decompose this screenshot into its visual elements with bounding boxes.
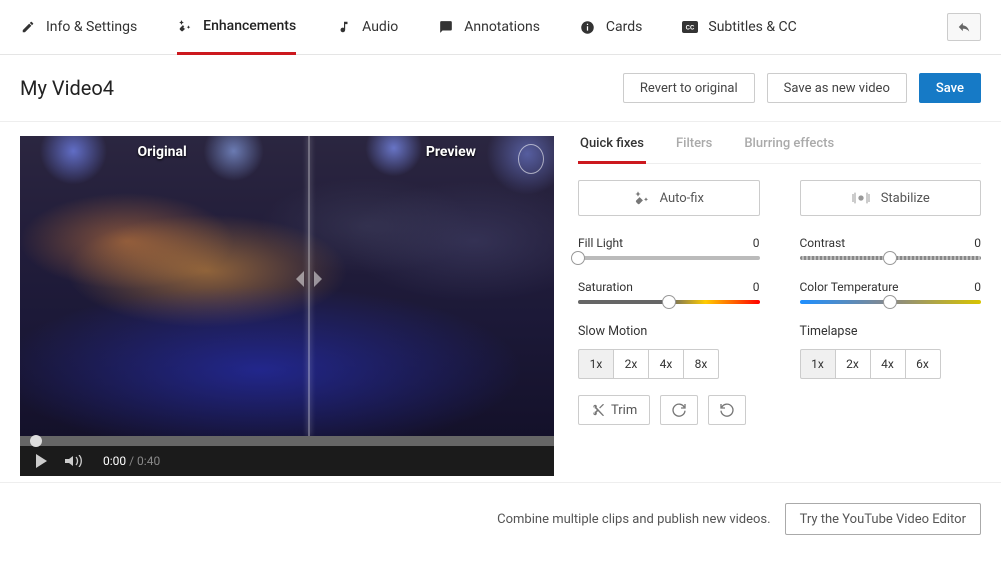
page-title: My Video4 (20, 76, 114, 100)
volume-waves-icon (75, 455, 85, 467)
original-label: Original (137, 144, 186, 160)
slow-8x[interactable]: 8x (683, 349, 719, 379)
pencil-icon (20, 19, 36, 35)
tab-label: Info & Settings (46, 19, 137, 35)
seek-bar[interactable] (20, 436, 554, 446)
play-button[interactable] (36, 454, 47, 468)
saturation-label: Saturation (578, 280, 633, 294)
volume-button[interactable] (65, 455, 85, 467)
compare-divider[interactable] (308, 136, 310, 436)
contrast-slider[interactable] (800, 256, 982, 260)
autofix-button[interactable]: Auto-fix (578, 180, 760, 216)
revert-button[interactable]: Revert to original (623, 73, 755, 103)
video-preview[interactable]: Original Preview (20, 136, 554, 436)
trim-button[interactable]: Trim (578, 395, 650, 425)
tab-label: Annotations (464, 19, 540, 35)
slider-thumb[interactable] (883, 251, 897, 265)
tab-audio[interactable]: Audio (336, 0, 398, 55)
cc-icon: CC (682, 19, 698, 35)
seek-thumb[interactable] (30, 435, 42, 447)
saturation-value: 0 (753, 280, 760, 294)
fill-light-label: Fill Light (578, 236, 623, 250)
saturation-slider[interactable] (578, 300, 760, 304)
stabilize-button[interactable]: Stabilize (800, 180, 982, 216)
slow-1x[interactable]: 1x (578, 349, 614, 379)
fill-light-slider[interactable] (578, 256, 760, 260)
contrast-label: Contrast (800, 236, 846, 250)
reply-arrow-icon (956, 20, 972, 34)
footer-text: Combine multiple clips and publish new v… (497, 512, 770, 527)
slow-2x[interactable]: 2x (613, 349, 649, 379)
slider-thumb[interactable] (571, 251, 585, 265)
speaker-icon (65, 456, 73, 466)
current-time: 0:00 (103, 454, 126, 468)
lapse-2x[interactable]: 2x (835, 349, 871, 379)
save-button[interactable]: Save (919, 73, 981, 103)
slow-4x[interactable]: 4x (648, 349, 684, 379)
video-frame (20, 136, 554, 436)
subtab-filters[interactable]: Filters (674, 136, 714, 163)
lapse-1x[interactable]: 1x (800, 349, 836, 379)
stabilize-label: Stabilize (881, 191, 930, 206)
lapse-6x[interactable]: 6x (905, 349, 941, 379)
preview-label: Preview (426, 144, 476, 160)
back-button[interactable] (947, 13, 981, 41)
timelapse-group: 1x 2x 4x 6x (800, 349, 982, 379)
tab-label: Cards (606, 19, 642, 35)
timelapse-label: Timelapse (800, 324, 982, 339)
tab-label: Enhancements (203, 18, 296, 34)
try-editor-button[interactable]: Try the YouTube Video Editor (785, 503, 981, 535)
trim-label: Trim (611, 403, 637, 418)
rotate-right-icon (671, 402, 687, 418)
autofix-label: Auto-fix (660, 191, 704, 206)
rotate-right-button[interactable] (660, 395, 698, 425)
temperature-label: Color Temperature (800, 280, 899, 294)
rotate-left-icon (719, 402, 735, 418)
duration: 0:40 (137, 454, 160, 468)
tab-label: Audio (362, 19, 398, 35)
wand-icon (177, 18, 193, 34)
fill-light-value: 0 (753, 236, 760, 250)
stabilize-icon (851, 191, 871, 205)
tab-subtitles[interactable]: CC Subtitles & CC (682, 0, 796, 55)
tab-annotations[interactable]: Annotations (438, 0, 540, 55)
subtab-quick-fixes[interactable]: Quick fixes (578, 136, 646, 164)
time-display: 0:00 / 0:40 (103, 454, 160, 468)
lapse-4x[interactable]: 4x (870, 349, 906, 379)
temperature-value: 0 (974, 280, 981, 294)
contrast-value: 0 (974, 236, 981, 250)
save-as-new-button[interactable]: Save as new video (767, 73, 907, 103)
slow-motion-group: 1x 2x 4x 8x (578, 349, 760, 379)
info-icon (580, 19, 596, 35)
wand-icon (634, 190, 650, 206)
temperature-slider[interactable] (800, 300, 982, 304)
slider-thumb[interactable] (883, 295, 897, 309)
note-icon (336, 19, 352, 35)
slider-thumb[interactable] (662, 295, 676, 309)
scissors-icon (591, 403, 605, 417)
tab-info-settings[interactable]: Info & Settings (20, 0, 137, 55)
tab-enhancements[interactable]: Enhancements (177, 0, 296, 55)
slow-motion-label: Slow Motion (578, 324, 760, 339)
svg-text:CC: CC (686, 26, 695, 32)
watermark-icon (518, 144, 544, 174)
tab-label: Subtitles & CC (708, 19, 796, 35)
tab-cards[interactable]: Cards (580, 0, 642, 55)
subtab-blurring[interactable]: Blurring effects (742, 136, 836, 163)
rotate-left-button[interactable] (708, 395, 746, 425)
chat-icon (438, 19, 454, 35)
